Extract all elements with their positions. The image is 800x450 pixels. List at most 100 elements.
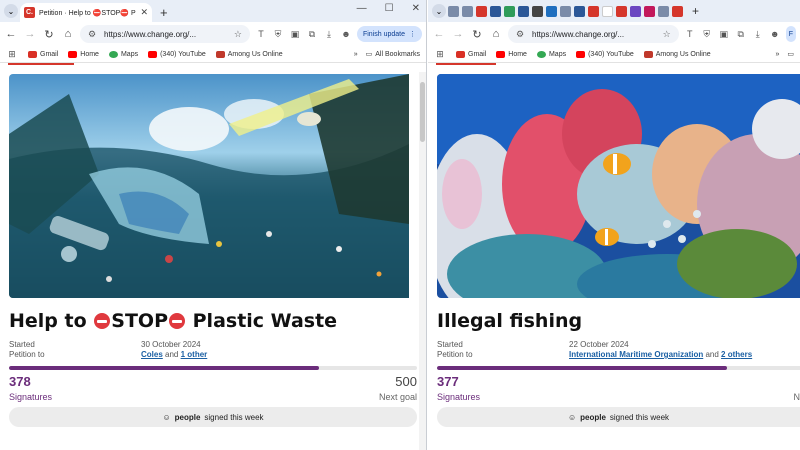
tab-favicon-icon[interactable] [574,5,585,17]
tab-search-icon[interactable]: ⌄ [4,4,18,18]
petition-image-plastic-ocean [9,74,417,298]
tab-petition[interactable]: C. Petition · Help to ⛔STOP⛔ Pl ✕ [20,3,152,22]
tab-favicon-icon[interactable] [658,5,669,17]
petition-title: Help to STOP Plastic Waste [9,310,417,332]
tab-favicon-icon[interactable] [504,5,515,17]
back-icon[interactable]: ← [4,28,18,40]
translate-icon[interactable]: T [255,29,267,39]
extensions-icon[interactable]: ⧉ [735,29,747,40]
tab-favicon-icon[interactable] [462,5,473,17]
lock-icon[interactable]: ▣ [718,29,730,40]
tab-active-favicon-icon[interactable] [602,5,613,17]
maps-pin-icon [536,50,546,58]
decision-maker-link[interactable]: Coles [141,350,163,359]
tab-favicon-icon[interactable] [644,5,655,17]
others-link[interactable]: 1 other [181,350,208,359]
tab-favicon-icon[interactable] [532,5,543,17]
youtube-icon [148,50,158,58]
people-bold-text: people [580,412,606,422]
new-tab-icon[interactable]: + [160,5,168,20]
signed-this-week-text: signed this week [609,412,670,422]
tab-strip: ⌄ + [428,0,800,22]
bookmark-youtube[interactable]: (340) YouTube [576,50,634,58]
bookmark-maps[interactable]: Maps [536,50,566,58]
petition-meta: Started 30 October 2024 Petition to Cole… [9,340,417,359]
bookmark-home[interactable]: Home [68,50,99,58]
started-date: 22 October 2024 [569,340,629,349]
reload-icon[interactable]: ↻ [42,28,56,41]
petition-image-coral-reef [437,74,800,298]
forward-icon[interactable]: → [23,28,37,40]
bookmark-youtube[interactable]: (340) YouTube [148,50,206,58]
petition-to-label: Petition to [437,350,473,359]
finish-update-button[interactable]: F [785,26,796,42]
home-icon[interactable]: ⌂ [61,28,75,40]
tab-favicon-icon[interactable] [546,5,557,17]
url-text: https://www.change.org/... [532,29,625,39]
download-icon[interactable]: ⤓ [752,29,764,40]
site-info-icon[interactable]: ⚙ [514,29,526,40]
folder-icon[interactable]: ▭ [787,50,794,58]
among-us-icon [215,50,225,58]
decision-maker-link[interactable]: International Maritime Organization [569,350,703,359]
started-date: 30 October 2024 [141,340,201,349]
tab-favicon-icon[interactable] [588,5,599,17]
scroll-thumb[interactable] [420,82,425,142]
signature-progress-bar [9,366,417,370]
all-bookmarks-label: All Bookmarks [375,50,420,58]
minimize-icon[interactable]: — [357,3,367,14]
maximize-icon[interactable]: ☐ [385,3,394,14]
load-indicator [428,63,800,65]
tab-favicon-icon[interactable] [490,5,501,17]
all-bookmarks-button[interactable]: ▭ All Bookmarks [366,50,420,59]
tab-search-icon[interactable]: ⌄ [432,4,446,18]
bookmark-among-us[interactable]: Among Us Online [643,50,711,58]
tab-favicon-icon[interactable] [518,5,529,17]
progress-fill [9,366,320,370]
tab-favicon-icon[interactable] [560,5,571,17]
bookmark-star-icon[interactable]: ☆ [232,29,244,40]
scrollbar[interactable] [419,72,426,450]
title-text: Plastic Waste [186,310,338,332]
tab-favicon-icon[interactable] [448,5,459,17]
forward-icon[interactable]: → [451,28,465,40]
bookmark-maps[interactable]: Maps [108,50,138,58]
people-bold-text: people [174,412,201,422]
tab-favicon-icon[interactable] [476,5,487,17]
extensions-icon[interactable]: ⧉ [306,29,318,40]
tab-favicon-icon[interactable] [616,5,627,17]
address-bar[interactable]: ⚙ https://www.change.org/... ☆ [508,25,679,43]
address-bar[interactable]: ⚙ https://www.change.org/... ☆ [80,25,250,43]
close-window-icon[interactable]: ✕ [412,3,420,14]
more-bookmarks-icon[interactable]: » [354,51,358,58]
bookmark-gmail[interactable]: Gmail [28,50,58,58]
shield-icon[interactable]: ⛨ [701,29,713,40]
window-controls: — ☐ ✕ [357,3,420,14]
profile-avatar-icon[interactable]: ☻ [340,29,352,39]
new-tab-icon[interactable]: + [692,4,699,18]
bookmark-gmail[interactable]: Gmail [456,50,486,58]
others-link[interactable]: 2 others [721,350,752,359]
petition-page: Help to STOP Plastic Waste Started 30 Oc… [0,74,426,427]
petition-page: Illegal fishing Started 22 October 2024 … [428,74,800,427]
home-icon[interactable]: ⌂ [489,28,503,40]
bookmark-among-us[interactable]: Among Us Online [215,50,283,58]
download-icon[interactable]: ⤓ [323,29,335,40]
reload-icon[interactable]: ↻ [470,28,484,41]
tab-favicon-icon[interactable] [672,5,683,17]
tab-favicon-icon[interactable] [630,5,641,17]
translate-icon[interactable]: T [684,29,696,39]
bookmark-home[interactable]: Home [496,50,527,58]
close-tab-icon[interactable]: ✕ [140,7,148,18]
profile-avatar-icon[interactable]: ☻ [769,29,781,39]
bookmark-star-icon[interactable]: ☆ [661,29,673,40]
apps-grid-icon[interactable]: ⊞ [6,49,18,60]
more-bookmarks-icon[interactable]: » [775,51,779,58]
lock-icon[interactable]: ▣ [289,29,301,40]
shield-icon[interactable]: ⛨ [272,29,284,40]
site-info-icon[interactable]: ⚙ [86,29,98,40]
bookmark-label: Home [508,50,527,58]
finish-update-button[interactable]: Finish update ⋮ [356,26,422,42]
apps-grid-icon[interactable]: ⊞ [434,49,446,60]
back-icon[interactable]: ← [432,28,446,40]
